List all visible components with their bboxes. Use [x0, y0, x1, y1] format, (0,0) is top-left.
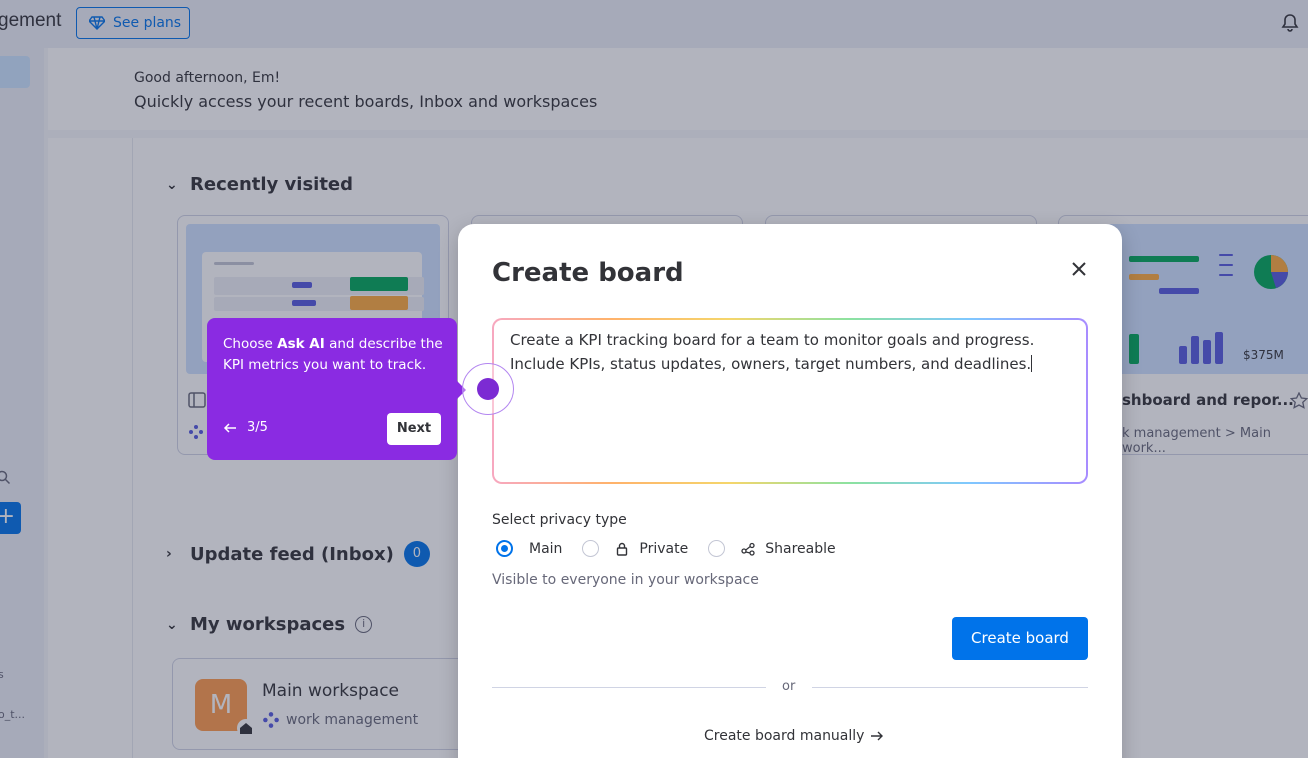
create-board-button[interactable]: Create board	[952, 617, 1088, 660]
privacy-label: Select privacy type	[492, 512, 627, 528]
tooltip-text: Choose Ask AI and describe the KPI metri…	[223, 334, 443, 376]
option-label: Main	[529, 540, 563, 557]
app-root: gement See plans + s o_t... Good afterno…	[0, 0, 1308, 758]
lock-icon	[617, 542, 628, 556]
privacy-radio-group: Main Private Shareable	[496, 540, 856, 557]
tooltip-step: 3/5	[247, 420, 268, 435]
visibility-note: Visible to everyone in your workspace	[492, 572, 759, 588]
close-icon[interactable]	[1068, 258, 1090, 280]
prompt-text: Include KPIs, status updates, owners, ta…	[510, 355, 1032, 373]
create-board-dialog: Create board Create a KPI tracking board…	[458, 224, 1122, 758]
radio-button[interactable]	[496, 540, 513, 557]
share-icon	[741, 542, 755, 556]
tooltip-next-button[interactable]: Next	[387, 413, 441, 445]
option-label: Private	[639, 540, 689, 557]
arrow-left-icon[interactable]	[223, 422, 237, 434]
privacy-option-private[interactable]: Private	[582, 540, 688, 557]
radio-button[interactable]	[582, 540, 600, 557]
dialog-title: Create board	[492, 258, 684, 288]
radio-button[interactable]	[708, 540, 726, 557]
create-board-manually-link[interactable]: Create board manually	[704, 728, 884, 744]
arrow-right-icon	[871, 731, 884, 741]
ai-prompt-input[interactable]: Create a KPI tracking board for a team t…	[492, 318, 1088, 484]
privacy-option-shareable[interactable]: Shareable	[708, 540, 836, 557]
tooltip-text-part: Choose	[223, 336, 278, 352]
tooltip-text-emphasis: Ask AI	[277, 336, 325, 352]
prompt-line: Create a KPI tracking board for a team t…	[510, 331, 1035, 349]
link-label: Create board manually	[704, 728, 865, 744]
hotspot-beacon[interactable]	[477, 378, 499, 400]
privacy-option-main[interactable]: Main	[496, 540, 562, 557]
divider	[492, 687, 766, 688]
prompt-line: Include KPIs, status updates, owners, ta…	[510, 352, 1070, 376]
text-caret	[1031, 355, 1033, 372]
option-label: Shareable	[765, 540, 836, 557]
or-separator: or	[782, 679, 796, 694]
tooltip-nav: 3/5	[223, 420, 268, 435]
onboarding-tooltip: Choose Ask AI and describe the KPI metri…	[207, 318, 457, 460]
divider	[812, 687, 1088, 688]
